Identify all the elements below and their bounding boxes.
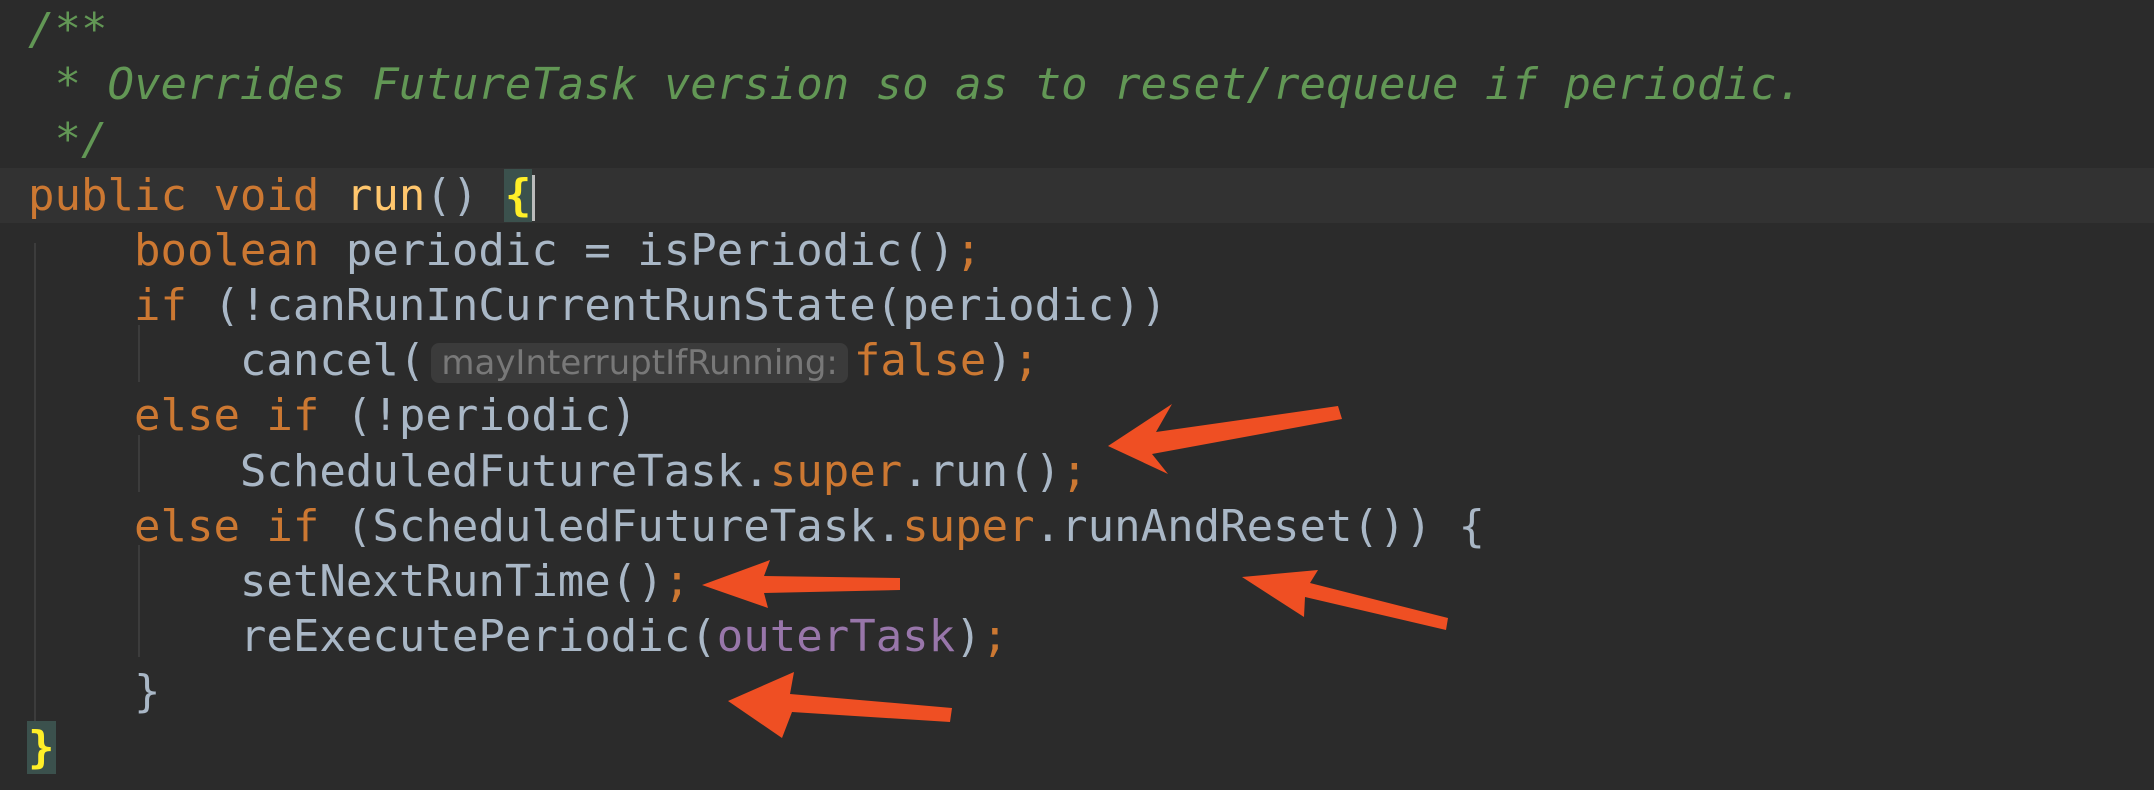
red-arrow-icon bbox=[702, 560, 900, 608]
red-arrow-icon bbox=[728, 672, 952, 738]
red-arrow-icon bbox=[1108, 404, 1342, 474]
code-editor[interactable]: /** * Overrides FutureTask version so as… bbox=[0, 0, 2154, 790]
red-arrow-icon bbox=[1242, 570, 1448, 630]
annotation-arrows bbox=[702, 404, 1448, 738]
